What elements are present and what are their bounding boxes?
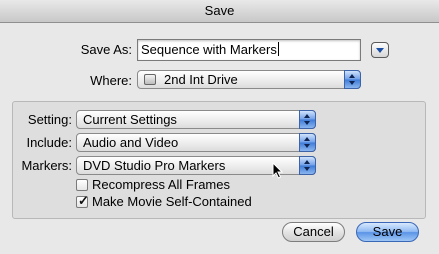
markers-label: Markers: <box>21 158 72 173</box>
mouse-pointer-icon <box>272 162 283 179</box>
setting-popup[interactable]: Current Settings <box>76 110 316 129</box>
popup-arrows-icon <box>299 156 316 175</box>
recompress-label: Recompress All Frames <box>92 177 230 192</box>
recompress-checkbox[interactable] <box>76 179 88 191</box>
include-popup[interactable]: Audio and Video <box>76 133 316 152</box>
save-as-value: Sequence with Markers <box>141 42 277 57</box>
self-contained-label: Make Movie Self-Contained <box>92 194 252 209</box>
save-button[interactable]: Save <box>356 222 419 242</box>
include-value: Audio and Video <box>83 135 179 150</box>
popup-arrows-icon <box>299 110 316 129</box>
save-dialog: Save As: Sequence with Markers Where: 2n… <box>0 23 439 254</box>
text-caret <box>277 42 279 56</box>
save-as-field[interactable]: Sequence with Markers <box>137 39 361 61</box>
where-popup[interactable]: 2nd Int Drive <box>137 70 361 89</box>
save-label: Save <box>372 224 403 239</box>
window-title: Save <box>204 3 235 18</box>
expand-dialog-button[interactable] <box>371 42 389 58</box>
popup-arrows-icon <box>344 70 361 89</box>
save-as-label: Save As: <box>80 42 132 57</box>
where-label: Where: <box>90 73 132 88</box>
include-label: Include: <box>26 135 72 150</box>
markers-value: DVD Studio Pro Markers <box>83 158 226 173</box>
disclosure-triangle-icon <box>376 48 384 53</box>
setting-value: Current Settings <box>83 112 177 127</box>
cancel-label: Cancel <box>293 224 334 239</box>
hard-drive-icon <box>144 74 156 85</box>
popup-arrows-icon <box>299 133 316 152</box>
self-contained-checkbox[interactable]: ✓ <box>76 193 89 208</box>
where-value: 2nd Int Drive <box>164 72 238 87</box>
checkmark-icon: ✓ <box>78 193 89 208</box>
cancel-button[interactable]: Cancel <box>282 222 345 242</box>
setting-label: Setting: <box>27 112 72 127</box>
window-titlebar: Save <box>0 0 439 23</box>
